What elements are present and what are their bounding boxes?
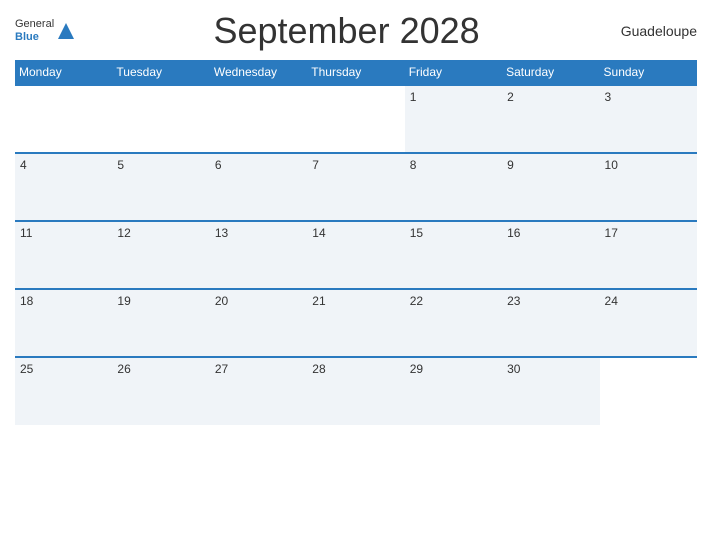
table-row: 2: [502, 85, 599, 153]
day-number: 21: [312, 294, 325, 308]
table-row: 21: [307, 289, 404, 357]
day-number: 18: [20, 294, 33, 308]
day-number: 12: [117, 226, 130, 240]
logo: General Blue: [15, 18, 76, 44]
calendar-table: Monday Tuesday Wednesday Thursday Friday…: [15, 60, 697, 425]
day-number: 16: [507, 226, 520, 240]
table-row: 15: [405, 221, 502, 289]
header-saturday: Saturday: [502, 60, 599, 85]
day-number: 23: [507, 294, 520, 308]
table-row: 11: [15, 221, 112, 289]
day-number: 8: [410, 158, 417, 172]
day-number: 27: [215, 362, 228, 376]
table-row: [600, 357, 697, 425]
day-number: 3: [605, 90, 612, 104]
day-number: 26: [117, 362, 130, 376]
day-number: 15: [410, 226, 423, 240]
table-row: 10: [600, 153, 697, 221]
table-row: 28: [307, 357, 404, 425]
table-row: 4: [15, 153, 112, 221]
table-row: 5: [112, 153, 209, 221]
table-row: 7: [307, 153, 404, 221]
day-number: 13: [215, 226, 228, 240]
table-row: 9: [502, 153, 599, 221]
day-number: 29: [410, 362, 423, 376]
day-number: 2: [507, 90, 514, 104]
calendar-week-row: 1 2 3: [15, 85, 697, 153]
logo-icon: [56, 21, 76, 41]
day-number: 9: [507, 158, 514, 172]
table-row: 22: [405, 289, 502, 357]
table-row: 27: [210, 357, 307, 425]
calendar-week-row: 25 26 27 28 29 30: [15, 357, 697, 425]
header-friday: Friday: [405, 60, 502, 85]
table-row: 30: [502, 357, 599, 425]
logo-blue: Blue: [15, 31, 54, 44]
header-tuesday: Tuesday: [112, 60, 209, 85]
table-row: 26: [112, 357, 209, 425]
table-row: 20: [210, 289, 307, 357]
header-thursday: Thursday: [307, 60, 404, 85]
day-number: 11: [20, 226, 32, 240]
header-wednesday: Wednesday: [210, 60, 307, 85]
day-number: 6: [215, 158, 222, 172]
day-number: 20: [215, 294, 228, 308]
logo-general: General: [15, 18, 54, 31]
table-row: 19: [112, 289, 209, 357]
table-row: [210, 85, 307, 153]
table-row: 8: [405, 153, 502, 221]
day-number: 22: [410, 294, 423, 308]
table-row: 25: [15, 357, 112, 425]
table-row: 13: [210, 221, 307, 289]
header-sunday: Sunday: [600, 60, 697, 85]
day-number: 10: [605, 158, 618, 172]
day-number: 19: [117, 294, 130, 308]
calendar-week-row: 11 12 13 14 15 16 17: [15, 221, 697, 289]
table-row: 17: [600, 221, 697, 289]
table-row: [15, 85, 112, 153]
day-number: 1: [410, 90, 417, 104]
day-number: 30: [507, 362, 520, 376]
day-number: 24: [605, 294, 618, 308]
table-row: 16: [502, 221, 599, 289]
table-row: 23: [502, 289, 599, 357]
calendar-container: General Blue September 2028 Guadeloupe M…: [0, 0, 712, 550]
table-row: [112, 85, 209, 153]
day-number: 5: [117, 158, 124, 172]
day-number: 4: [20, 158, 27, 172]
day-number: 14: [312, 226, 325, 240]
day-number: 17: [605, 226, 618, 240]
day-number: 28: [312, 362, 325, 376]
table-row: 3: [600, 85, 697, 153]
table-row: 6: [210, 153, 307, 221]
table-row: 14: [307, 221, 404, 289]
calendar-week-row: 4 5 6 7 8 9 10: [15, 153, 697, 221]
table-row: [307, 85, 404, 153]
country-label: Guadeloupe: [617, 23, 697, 39]
calendar-header: General Blue September 2028 Guadeloupe: [15, 10, 697, 52]
day-number: 25: [20, 362, 33, 376]
calendar-title: September 2028: [76, 10, 617, 52]
header-monday: Monday: [15, 60, 112, 85]
table-row: 1: [405, 85, 502, 153]
days-header-row: Monday Tuesday Wednesday Thursday Friday…: [15, 60, 697, 85]
calendar-week-row: 18 19 20 21 22 23 24: [15, 289, 697, 357]
day-number: 7: [312, 158, 319, 172]
table-row: 29: [405, 357, 502, 425]
table-row: 18: [15, 289, 112, 357]
table-row: 24: [600, 289, 697, 357]
table-row: 12: [112, 221, 209, 289]
